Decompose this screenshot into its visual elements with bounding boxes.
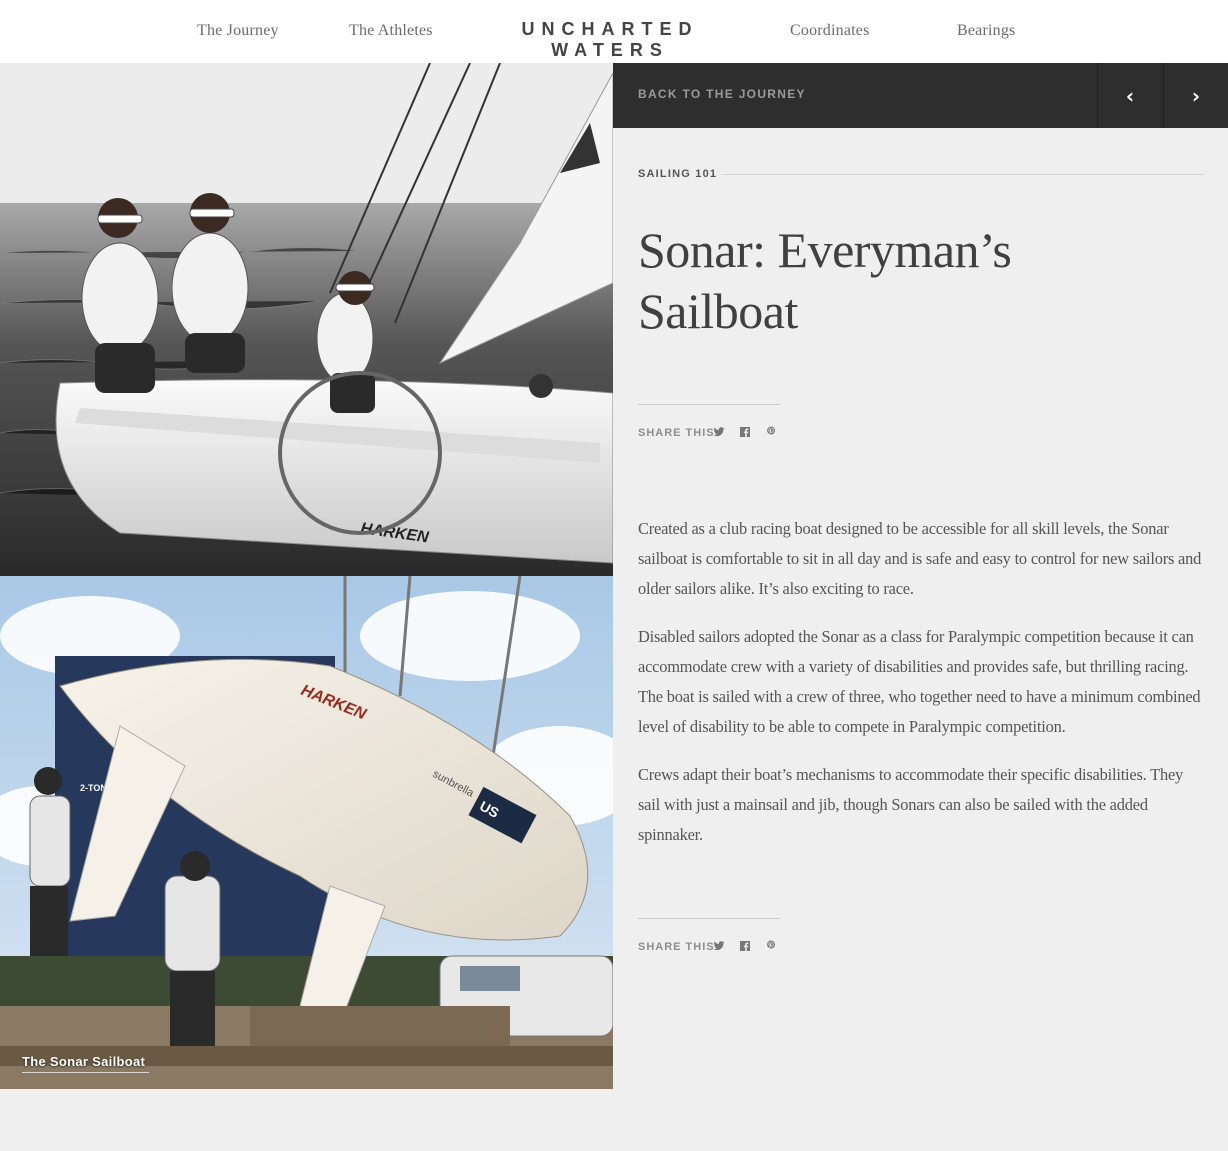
nav-link-bearings[interactable]: Bearings xyxy=(957,22,1015,46)
previous-article-button[interactable]: ‹ xyxy=(1097,63,1162,128)
boat-on-trailer-photo: 2-TON HARKEN sunbrella US The Sonar Sail… xyxy=(0,576,613,1089)
nav-link-coordinates[interactable]: Coordinates xyxy=(790,22,870,46)
photo-caption: The Sonar Sailboat xyxy=(22,1054,150,1073)
chevron-left-icon: ‹ xyxy=(1125,83,1135,108)
nav-link-the-journey[interactable]: The Journey xyxy=(197,22,279,46)
next-article-button[interactable]: › xyxy=(1163,63,1228,128)
facebook-icon[interactable] xyxy=(738,425,752,439)
article-navigation-bar: Back to the Journey ‹ › xyxy=(613,63,1228,128)
sailing-crew-photo: HARKEN xyxy=(0,63,613,576)
article-body: Created as a club racing boat designed t… xyxy=(638,514,1204,868)
twitter-icon[interactable] xyxy=(712,939,726,953)
category-divider xyxy=(722,174,1204,175)
site-logo[interactable]: UNCHARTED WATERS xyxy=(470,19,750,61)
article-title: Sonar: Everyman’s Sailboat xyxy=(638,222,1012,339)
share-bar-bottom: Share this: xyxy=(638,918,780,958)
article-paragraph-1: Created as a club racing boat designed t… xyxy=(638,519,1202,598)
boat-on-trailer-illustration: 2-TON HARKEN sunbrella US xyxy=(0,576,613,1089)
chevron-right-icon: › xyxy=(1191,83,1201,108)
pinterest-icon[interactable] xyxy=(764,425,778,439)
nav-link-the-athletes[interactable]: The Athletes xyxy=(349,22,433,46)
share-bar-top: Share this: xyxy=(638,404,780,444)
back-to-journey-link[interactable]: Back to the Journey xyxy=(638,87,806,101)
facebook-icon[interactable] xyxy=(738,939,752,953)
pinterest-icon[interactable] xyxy=(764,939,778,953)
article-paragraph-3: Crews adapt their boat’s mechanisms to a… xyxy=(638,765,1184,844)
share-label: Share this: xyxy=(638,427,720,439)
twitter-icon[interactable] xyxy=(712,425,726,439)
article-category: Sailing 101 xyxy=(638,168,718,180)
article-paragraph-2: Disabled sailors adopted the Sonar as a … xyxy=(638,627,1201,736)
sailing-crew-illustration: HARKEN xyxy=(0,63,613,576)
category-row: Sailing 101 xyxy=(638,168,1204,182)
share-label: Share this: xyxy=(638,941,720,953)
top-navigation: The Journey The Athletes UNCHARTED WATER… xyxy=(0,0,1228,63)
